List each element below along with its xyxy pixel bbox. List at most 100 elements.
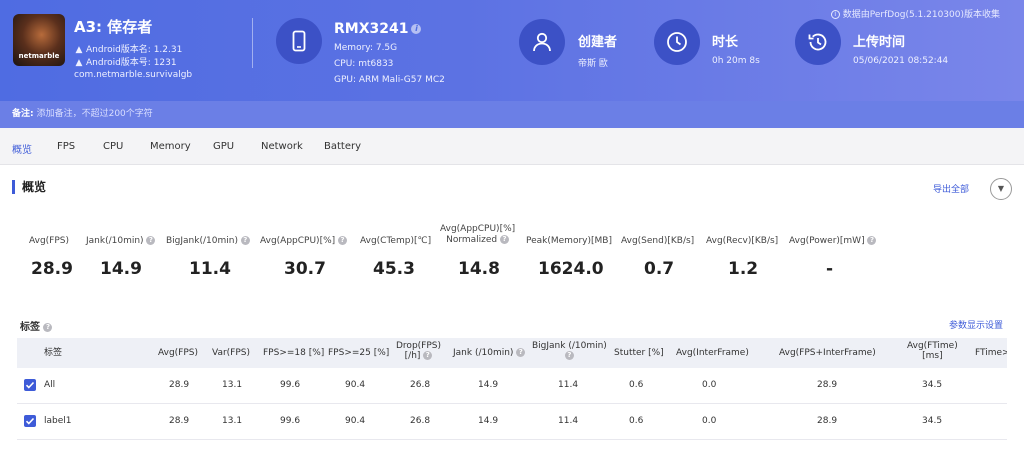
device-memory: Memory: 7.5G — [334, 43, 398, 53]
help-icon[interactable]: ? — [423, 351, 433, 360]
metric-value: 28.9 — [31, 259, 73, 279]
data-source-note: i 数据由PerfDog(5.1.210300)版本收集 — [830, 7, 1000, 20]
info-icon: i — [830, 10, 840, 19]
row-label: label1 — [44, 416, 72, 426]
android-icon: ▲ — [75, 58, 83, 68]
metric-value: 11.4 — [189, 259, 231, 279]
tab-network[interactable]: Network — [261, 141, 303, 152]
tab-gpu[interactable]: GPU — [213, 141, 234, 152]
help-icon[interactable]: ? — [240, 236, 250, 245]
help-icon[interactable]: ? — [146, 236, 156, 245]
metric-label: Avg(Power)[mW] ? — [789, 236, 877, 247]
upload-time-value: 05/06/2021 08:52:44 — [853, 56, 949, 66]
metric-label-text: BigJank(/10min) — [166, 236, 238, 246]
table-row[interactable]: All 28.9 13.1 99.6 90.4 26.8 14.9 11.4 0… — [17, 368, 1007, 404]
metric-label-text: Avg(AppCPU)[%] — [260, 236, 336, 246]
app-name: A3: 倖存者 — [74, 18, 153, 36]
column-header: BigJank (/10min) ? — [532, 341, 607, 360]
metric-value: 30.7 — [284, 259, 326, 279]
column-header: Jank (/10min) ? — [453, 348, 526, 358]
tab-overview[interactable]: 概览 — [12, 141, 32, 156]
header-divider — [252, 18, 253, 68]
help-icon[interactable]: ? — [564, 351, 574, 360]
metric-label: Avg(FPS) — [29, 236, 70, 246]
data-source-text: 数据由PerfDog(5.1.210300)版本收集 — [842, 10, 1000, 20]
column-header: FPS>=25 [%] — [328, 348, 390, 358]
note-bar[interactable]: 备注: 添加备注，不超过200个字符 — [0, 101, 1024, 128]
metric-label-text: Avg(Power)[mW] — [789, 236, 865, 246]
tab-bar: 概览 FPS CPU Memory GPU Network Battery — [0, 128, 1024, 165]
help-icon[interactable]: ? — [500, 235, 510, 244]
device-name: RMX3241 — [334, 21, 409, 37]
row-label: All — [44, 380, 56, 390]
table-cell: 13.1 — [222, 380, 243, 390]
creator-label: 创建者 — [578, 35, 618, 50]
app-version-name: Android版本名: 1.2.31 — [86, 45, 183, 55]
metric-label: Avg(Send)[KB/s] — [621, 236, 695, 246]
tab-cpu[interactable]: CPU — [103, 141, 123, 152]
table-header: 标签 Avg(FPS) Var(FPS) FPS>=18 [%] FPS>=25… — [17, 338, 1007, 368]
table-cell: 14.9 — [478, 380, 499, 390]
tab-battery[interactable]: Battery — [324, 141, 361, 152]
device-name-line: RMX3241 i — [334, 21, 422, 37]
metric-value: 14.9 — [100, 259, 142, 279]
duration-label: 时长 — [712, 35, 739, 50]
table-cell: 0.0 — [702, 380, 717, 390]
help-icon[interactable]: ? — [867, 236, 877, 245]
column-header: 标签 — [44, 348, 63, 358]
note-input[interactable]: 添加备注，不超过200个字符 — [37, 109, 153, 119]
table-cell: 28.9 — [817, 380, 838, 390]
row-checkbox[interactable] — [24, 415, 36, 427]
help-icon[interactable]: ? — [516, 348, 526, 357]
table-cell: 0.0 — [702, 416, 717, 426]
creator-value: 帝斯 歐 — [578, 59, 608, 69]
upload-time-label: 上传时间 — [853, 35, 906, 50]
metric-label: Jank(/10min) ? — [86, 236, 156, 247]
metric-label: Peak(Memory)[MB] — [526, 236, 612, 246]
duration-value: 0h 20m 8s — [712, 56, 760, 66]
table-cell: 34.5 — [922, 380, 943, 390]
table-cell: 28.9 — [169, 380, 190, 390]
row-checkbox[interactable] — [24, 379, 36, 391]
help-icon[interactable]: ? — [338, 236, 348, 245]
column-settings-link[interactable]: 参数显示设置 — [949, 318, 1003, 331]
metric-label: Avg(AppCPU)[%] ? — [260, 236, 348, 247]
app-package: com.netmarble.survivalgb — [74, 70, 193, 80]
app-icon: netmarble — [13, 14, 65, 66]
export-all-button[interactable]: 导出全部 — [933, 182, 969, 195]
app-version-code: Android版本号: 1231 — [86, 58, 177, 68]
section-title-overview: 概览 — [12, 180, 46, 194]
table-cell: 26.8 — [410, 380, 431, 390]
app-logo-text: netmarble — [18, 52, 60, 60]
chevron-down-icon[interactable]: ▼ — [990, 178, 1012, 200]
metric-label: Avg(Recv)[KB/s] — [706, 236, 779, 246]
metric-label-text: Avg(AppCPU)[%] — [440, 224, 516, 234]
note-label: 备注: — [12, 109, 34, 119]
device-info-icon[interactable]: i — [411, 24, 422, 34]
user-icon — [519, 19, 565, 65]
tab-memory[interactable]: Memory — [150, 141, 191, 152]
device-gpu: GPU: ARM Mali-G57 MC2 — [334, 75, 445, 85]
table-cell: 0.6 — [629, 416, 644, 426]
history-icon — [795, 19, 841, 65]
metric-value: 14.8 — [458, 259, 500, 279]
help-icon[interactable]: ? — [43, 322, 53, 332]
metric-value: 1.2 — [728, 259, 759, 279]
column-header: Stutter [%] — [614, 348, 664, 358]
table-cell: 14.9 — [478, 416, 499, 426]
column-header: FPS>=18 [%] — [263, 348, 325, 358]
metric-value: 45.3 — [373, 259, 415, 279]
table-cell: 26.8 — [410, 416, 431, 426]
tab-fps[interactable]: FPS — [57, 141, 75, 152]
table-cell: 11.4 — [558, 380, 579, 390]
metric-label-text-2: Normalized ? — [440, 235, 515, 246]
metric-label-text: Jank(/10min) — [86, 236, 144, 246]
app-version-name-line: ▲ Android版本名: 1.2.31 — [74, 42, 183, 55]
metric-label: Avg(AppCPU)[%] Normalized ? — [440, 224, 515, 246]
table-cell: 13.1 — [222, 416, 243, 426]
table-cell: 0.6 — [629, 380, 644, 390]
column-header: Avg(InterFrame) — [676, 348, 749, 358]
metric-value: 1624.0 — [538, 259, 604, 279]
table-row[interactable]: label1 28.9 13.1 99.6 90.4 26.8 14.9 11.… — [17, 404, 1007, 440]
table-cell: 28.9 — [169, 416, 190, 426]
